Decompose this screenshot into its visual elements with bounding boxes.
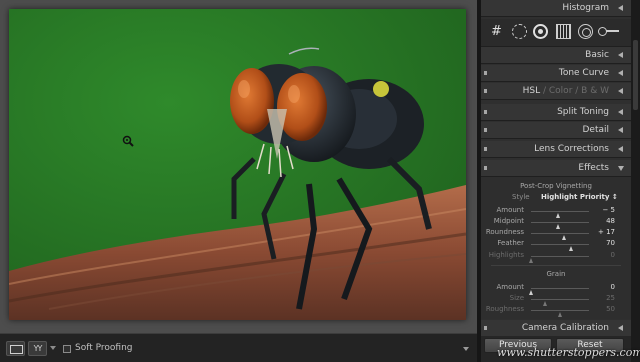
radial-filter-icon[interactable]: [578, 24, 593, 39]
slider-track[interactable]: [531, 222, 589, 229]
slider-value[interactable]: + 17: [598, 228, 615, 236]
slider-track[interactable]: [528, 256, 589, 263]
watermark: www.shutterstoppers.com: [497, 346, 640, 359]
slider-track[interactable]: [528, 288, 589, 295]
panel-switch-icon[interactable]: [484, 147, 487, 151]
panel-switch-icon[interactable]: [484, 110, 487, 114]
tool-strip: #: [481, 19, 631, 47]
panel-effects[interactable]: Effects: [481, 160, 631, 177]
slider-value[interactable]: 48: [606, 217, 615, 225]
slider-value[interactable]: 70: [606, 239, 615, 247]
panel-split-toning[interactable]: Split Toning: [481, 104, 631, 121]
before-after-dropdown-icon[interactable]: [50, 346, 56, 350]
panel-title: Tone Curve: [558, 68, 609, 78]
slider-value[interactable]: − 5: [602, 206, 615, 214]
panel-switch-icon[interactable]: [484, 166, 487, 170]
panel-switch-icon[interactable]: [484, 71, 487, 75]
collapse-left-icon: [618, 127, 623, 133]
style-label: Style: [512, 193, 530, 201]
tab-color[interactable]: Color: [549, 86, 573, 96]
collapse-left-icon: [618, 146, 623, 152]
collapse-left-icon: [618, 109, 623, 115]
before-after-view-button[interactable]: YY: [28, 341, 47, 356]
zoom-cursor-icon: [122, 135, 134, 147]
panel-scrollbar[interactable]: [631, 0, 640, 362]
collapse-left-icon: [618, 88, 623, 94]
panel-title: Histogram: [562, 3, 609, 13]
grain-section-title: Grain: [546, 270, 566, 278]
panel-basic[interactable]: Basic: [481, 47, 631, 64]
photo-viewport[interactable]: [0, 0, 477, 333]
slider-thumb[interactable]: [528, 258, 533, 263]
collapse-left-icon: [618, 325, 623, 331]
slider-vignette-amount[interactable]: Amount − 5: [481, 206, 631, 218]
tab-hsl[interactable]: HSL: [523, 86, 541, 96]
slider-track[interactable]: [531, 299, 589, 306]
robber-fly-image: [9, 9, 466, 320]
tab-bw[interactable]: B & W: [581, 86, 609, 96]
graduated-filter-icon[interactable]: [556, 24, 571, 39]
slider-track[interactable]: [531, 211, 589, 218]
style-select[interactable]: Highlight Priority ↕: [541, 193, 618, 201]
toolbar-menu-icon[interactable]: [463, 347, 469, 351]
slider-grain-size[interactable]: Size 25: [481, 294, 631, 306]
panel-title: Camera Calibration: [521, 323, 609, 333]
loupe-view-button[interactable]: [6, 341, 25, 356]
panel-title: Lens Corrections: [534, 144, 609, 154]
slider-track[interactable]: [531, 310, 589, 317]
slider-track[interactable]: [531, 233, 589, 240]
panel-hsl-color-bw[interactable]: HSL / Color / B & W: [481, 83, 631, 100]
slider-thumb[interactable]: [557, 312, 562, 317]
spot-removal-icon[interactable]: [512, 24, 527, 39]
panel-title: Detail: [582, 125, 609, 135]
red-eye-icon[interactable]: [533, 24, 548, 39]
collapse-left-icon: [618, 70, 623, 76]
slider-vignette-highlights[interactable]: Highlights 0: [481, 251, 631, 263]
collapse-left-icon: [618, 5, 623, 11]
panel-title: Split Toning: [557, 107, 609, 117]
select-arrows-icon: ↕: [611, 193, 618, 201]
bottom-toolbar: YY Soft Proofing: [0, 333, 477, 362]
panel-title: Effects: [578, 163, 609, 173]
slider-vignette-roundness[interactable]: Roundness + 17: [481, 228, 631, 240]
hsl-tab-row: HSL / Color / B & W: [522, 86, 609, 96]
slider-vignette-feather[interactable]: Feather 70: [481, 239, 631, 251]
panel-lens-corrections[interactable]: Lens Corrections: [481, 141, 631, 158]
expand-down-icon: [618, 166, 624, 171]
panel-title: Basic: [585, 50, 609, 60]
slider-vignette-midpoint[interactable]: Midpoint 48: [481, 217, 631, 229]
adjustment-brush-icon[interactable]: [598, 27, 620, 36]
soft-proofing-label: Soft Proofing: [75, 343, 133, 353]
panel-camera-calibration[interactable]: Camera Calibration: [481, 320, 631, 337]
section-divider: [491, 265, 621, 266]
develop-right-panel: Histogram # Basic Tone Curve HSL / Color…: [481, 0, 631, 362]
slider-grain-amount[interactable]: Amount 0: [481, 283, 631, 295]
slider-track[interactable]: [531, 244, 589, 251]
effects-panel-body: Post-Crop Vignetting Style Highlight Pri…: [481, 177, 631, 319]
soft-proofing-checkbox[interactable]: [63, 345, 71, 353]
panel-histogram[interactable]: Histogram: [481, 0, 631, 17]
collapse-left-icon: [618, 52, 623, 58]
slider-value[interactable]: 50: [606, 305, 615, 313]
slider-value[interactable]: 0: [611, 283, 615, 291]
panel-detail[interactable]: Detail: [481, 122, 631, 139]
slider-value[interactable]: 25: [606, 294, 615, 302]
panel-tone-curve[interactable]: Tone Curve: [481, 65, 631, 82]
vignette-section-title: Post-Crop Vignetting: [520, 182, 592, 190]
photo[interactable]: [9, 9, 466, 320]
panel-switch-icon[interactable]: [484, 128, 487, 132]
panel-switch-icon[interactable]: [484, 326, 487, 330]
slider-grain-roughness[interactable]: Roughness 50: [481, 305, 631, 317]
grid-overlay-icon[interactable]: #: [489, 24, 504, 39]
slider-value[interactable]: 0: [611, 251, 615, 259]
scrollbar-thumb[interactable]: [633, 40, 638, 110]
